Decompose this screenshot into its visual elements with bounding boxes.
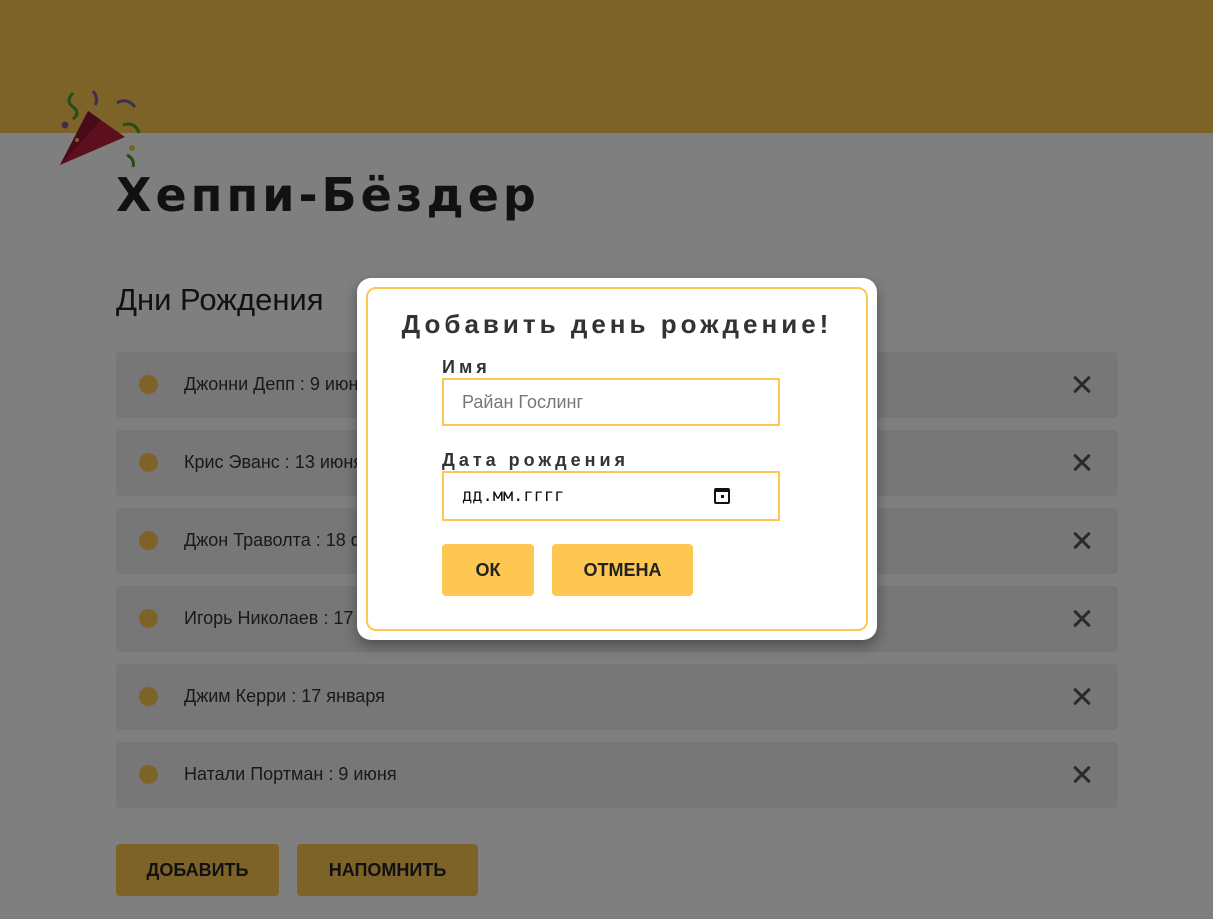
add-birthday-dialog: Добавить день рождение! Имя Дата рождени… (357, 278, 877, 640)
dialog-title: Добавить день рождение! (401, 309, 833, 339)
name-input[interactable] (442, 378, 780, 426)
calendar-icon[interactable] (714, 488, 730, 504)
birthdate-input[interactable]: дд.мм.гггг (442, 471, 780, 521)
dialog-frame: Добавить день рождение! Имя Дата рождени… (366, 287, 868, 631)
cancel-button[interactable]: ОТМЕНА (552, 544, 693, 596)
date-placeholder: дд.мм.гггг (462, 486, 565, 506)
birthdate-label: Дата рождения (442, 450, 630, 470)
name-label: Имя (442, 357, 491, 377)
ok-button[interactable]: ОК (442, 544, 534, 596)
